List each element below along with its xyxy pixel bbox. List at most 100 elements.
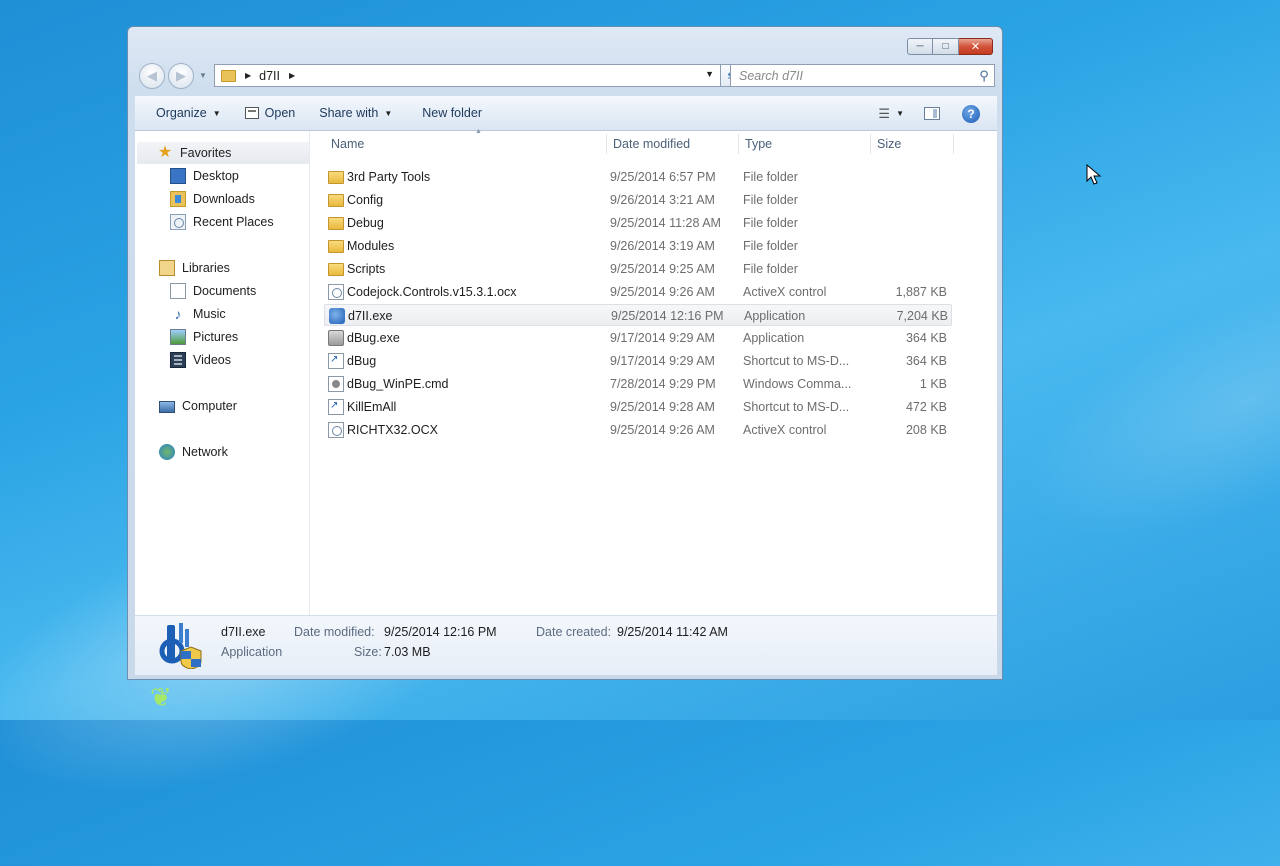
organize-label: Organize <box>156 106 207 120</box>
folder-icon <box>328 194 344 207</box>
share-with-button[interactable]: Share with ▼ <box>309 101 402 125</box>
search-icon[interactable]: ⚲ <box>974 68 994 84</box>
star-icon: ★ <box>157 144 173 161</box>
folder-icon <box>328 217 344 230</box>
nav-pictures[interactable]: Pictures <box>170 326 238 348</box>
videos-icon <box>170 352 186 368</box>
new-folder-button[interactable]: New folder <box>412 101 492 125</box>
new-folder-label: New folder <box>422 106 482 120</box>
column-header-name[interactable]: Name ▲ <box>324 128 599 157</box>
file-size <box>844 189 947 211</box>
open-label: Open <box>264 106 296 120</box>
pictures-icon <box>170 329 186 345</box>
nav-network[interactable]: Network <box>159 441 228 463</box>
file-row[interactable]: dBug.exe 9/17/2014 9:29 AM Application 364 … <box>324 327 952 349</box>
open-button[interactable]: Open <box>235 101 306 125</box>
explorer-window: ─ □ ✕ ◀ ▶ ▼ ▶ d7II ▶ ▼ ⇆ Search d7II ⚲ O… <box>127 26 1003 680</box>
file-name: KillEmAll <box>347 400 397 414</box>
search-box[interactable]: Search d7II ⚲ <box>730 64 995 87</box>
change-view-icon[interactable]: ☰ <box>878 106 890 122</box>
nav-videos[interactable]: Videos <box>170 349 231 371</box>
computer-icon <box>159 401 175 413</box>
recent-pages-dropdown[interactable]: ▼ <box>199 71 207 80</box>
file-row[interactable]: KillEmAll 9/25/2014 9:28 AM Shortcut to MS… <box>324 396 952 418</box>
forward-button[interactable]: ▶ <box>168 63 194 89</box>
nav-libraries-label: Libraries <box>182 261 230 275</box>
explorer-body: ★ Favorites Desktop Downloads Recent Pla… <box>135 128 997 615</box>
file-name: 3rd Party Tools <box>347 170 431 184</box>
nav-recent-places[interactable]: Recent Places <box>170 211 274 233</box>
nav-downloads[interactable]: Downloads <box>170 188 255 210</box>
file-name: Debug <box>347 216 384 230</box>
file-row[interactable]: dBug_WinPE.cmd 7/28/2014 9:29 PM Windows C… <box>324 373 952 395</box>
column-header-date-modified[interactable]: Date modified <box>607 131 743 157</box>
nav-libraries[interactable]: Libraries <box>159 257 230 279</box>
file-row[interactable]: 3rd Party Tools 9/25/2014 6:57 PM File fol… <box>324 166 952 188</box>
file-type: File folder <box>743 193 798 207</box>
address-dropdown-icon[interactable]: ▼ <box>705 69 714 79</box>
cmd-file-icon <box>328 376 344 392</box>
mouse-cursor-icon <box>1086 164 1102 185</box>
breadcrumb-separator-icon[interactable]: ▶ <box>245 71 251 80</box>
file-date-modified: 9/17/2014 9:29 AM <box>610 354 715 368</box>
organize-button[interactable]: Organize ▼ <box>146 101 231 125</box>
file-size: 472 KB <box>905 400 947 414</box>
breadcrumb-separator-icon[interactable]: ▶ <box>289 71 295 80</box>
column-header-size[interactable]: Size <box>871 131 957 157</box>
file-row[interactable]: Modules 9/26/2014 3:19 AM File folder <box>324 235 952 257</box>
nav-music[interactable]: ♪ Music <box>170 303 226 325</box>
nav-favorites[interactable]: ★ Favorites <box>137 142 309 164</box>
nav-music-label: Music <box>193 307 226 321</box>
file-date-modified: 7/28/2014 9:29 PM <box>610 377 716 391</box>
nav-documents[interactable]: Documents <box>170 280 256 302</box>
file-size <box>844 212 947 234</box>
preview-pane-icon[interactable] <box>924 107 940 120</box>
file-row[interactable]: Debug 9/25/2014 11:28 AM File folder <box>324 212 952 234</box>
help-icon[interactable]: ? <box>962 104 980 123</box>
file-type: Application <box>743 331 805 345</box>
minimize-button[interactable]: ─ <box>907 38 933 55</box>
file-type: File folder <box>743 262 798 276</box>
file-row[interactable]: Codejock.Controls.v15.3.1.ocx 9/25/2014 9… <box>324 281 952 303</box>
nav-favorites-label: Favorites <box>180 146 232 160</box>
details-size-label: Size: <box>354 645 382 659</box>
column-type-label: Type <box>745 137 773 151</box>
maximize-button[interactable]: □ <box>933 38 959 55</box>
file-row[interactable]: dBug 9/17/2014 9:29 AM Shortcut to MS-D...… <box>324 350 952 372</box>
shortcut-icon <box>328 353 344 369</box>
file-type: File folder <box>743 216 798 230</box>
nav-videos-label: Videos <box>193 353 231 367</box>
file-type: File folder <box>743 239 798 253</box>
shortcut-icon <box>328 399 344 415</box>
nav-desktop[interactable]: Desktop <box>170 165 239 187</box>
close-button[interactable]: ✕ <box>959 38 993 55</box>
folder-icon <box>328 171 344 184</box>
file-row[interactable]: Scripts 9/25/2014 9:25 AM File folder <box>324 258 952 280</box>
folder-icon <box>328 240 344 253</box>
forward-arrow-icon: ▶ <box>176 68 186 83</box>
file-size: 1,887 KB <box>895 285 947 299</box>
details-file-type: Application <box>221 645 283 659</box>
nav-desktop-label: Desktop <box>193 169 239 183</box>
search-input[interactable]: Search d7II <box>739 69 974 83</box>
details-date-created-value: 9/25/2014 11:42 AM <box>617 625 728 639</box>
view-dropdown-icon[interactable]: ▼ <box>896 109 904 118</box>
file-name: dBug_WinPE.cmd <box>347 377 449 391</box>
desktop-icon <box>170 168 186 184</box>
folder-icon <box>328 263 344 276</box>
column-separator[interactable] <box>953 134 954 154</box>
address-bar[interactable]: ▶ d7II ▶ ▼ <box>214 64 721 87</box>
nav-documents-label: Documents <box>193 284 257 298</box>
back-button[interactable]: ◀ <box>139 63 165 89</box>
column-header-type[interactable]: Type <box>739 131 875 157</box>
back-arrow-icon: ◀ <box>147 68 157 83</box>
file-row[interactable]: RICHTX32.OCX 9/25/2014 9:26 AM ActiveX con… <box>324 419 952 441</box>
nav-computer[interactable]: Computer <box>159 395 237 417</box>
breadcrumb-d7ii[interactable]: d7II <box>259 69 280 83</box>
details-size-value: 7.03 MB <box>384 645 431 659</box>
file-type: Application <box>744 309 806 323</box>
sort-ascending-icon: ▲ <box>475 128 482 135</box>
file-row[interactable]: d7II.exe 9/25/2014 12:16 PM Application 7,2… <box>324 304 952 326</box>
downloads-icon <box>170 191 186 207</box>
file-row[interactable]: Config 9/26/2014 3:21 AM File folder <box>324 189 952 211</box>
